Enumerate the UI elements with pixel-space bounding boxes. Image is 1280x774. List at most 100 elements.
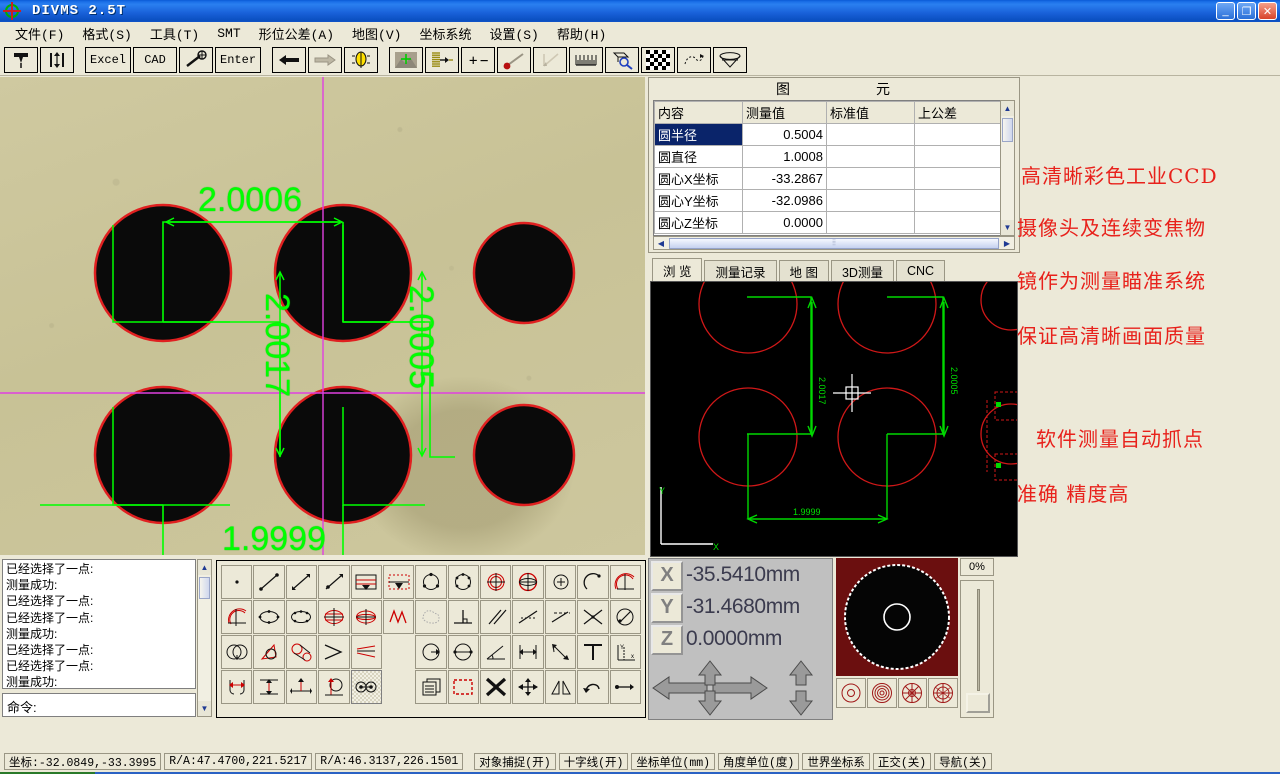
- palette-ellipse-np-icon[interactable]: [286, 600, 317, 634]
- status-coordinate[interactable]: 坐标:-32.0849,-33.3995: [4, 753, 161, 770]
- palette-circle-diameter-icon[interactable]: [448, 635, 479, 669]
- cell-standard[interactable]: [827, 212, 915, 234]
- palette-arc-fan2-icon[interactable]: [221, 600, 252, 634]
- palette-tangent-2c-icon[interactable]: [286, 635, 317, 669]
- palette-point-icon[interactable]: [221, 565, 252, 599]
- palette-circle-height-icon[interactable]: [318, 670, 349, 704]
- cell-content[interactable]: 圆半径: [655, 124, 743, 146]
- palette-coord-origin-icon[interactable]: Yx: [610, 635, 641, 669]
- menu-smt[interactable]: SMT: [208, 24, 249, 43]
- zoom-plus-minus-icon[interactable]: +−: [461, 47, 495, 73]
- palette-move-cross-icon[interactable]: [512, 670, 543, 704]
- log-output[interactable]: 已经选择了一点:测量成功:已经选择了一点:已经选择了一点:测量成功:已经选择了一…: [2, 559, 196, 689]
- cell-measured[interactable]: -32.0986: [743, 190, 827, 212]
- grid-vertical-scrollbar[interactable]: ▲ ▼: [1000, 100, 1015, 236]
- cell-content[interactable]: 圆心X坐标: [655, 168, 743, 190]
- cell-upper[interactable]: [915, 212, 1003, 234]
- palette-two-circles-icon[interactable]: [221, 635, 252, 669]
- palette-copy-layers-icon[interactable]: [415, 670, 446, 704]
- palette-waveform-icon[interactable]: [383, 600, 414, 634]
- palette-distance-h-icon[interactable]: [512, 635, 543, 669]
- palette-cylinder-h-icon[interactable]: [318, 600, 349, 634]
- menu-geometric-tolerance[interactable]: 形位公差(A): [250, 22, 343, 45]
- cell-upper[interactable]: [915, 168, 1003, 190]
- light-level-icon[interactable]: [425, 47, 459, 73]
- palette-line-dashed-icon[interactable]: [545, 600, 576, 634]
- palette-line-2p-icon[interactable]: [253, 565, 284, 599]
- status-ra-1[interactable]: R/A:47.4700,221.5217: [164, 753, 312, 770]
- tab-measure-log[interactable]: 测量记录: [704, 260, 776, 281]
- cell-upper[interactable]: [915, 124, 1003, 146]
- palette-slash-circle-icon[interactable]: [610, 600, 641, 634]
- enter-button[interactable]: Enter: [215, 47, 261, 73]
- cell-standard[interactable]: [827, 168, 915, 190]
- log-vertical-scrollbar[interactable]: ▲ ▼: [197, 559, 212, 717]
- zoom-slider-thumb[interactable]: [966, 693, 990, 713]
- cell-content[interactable]: 圆心Z坐标: [655, 212, 743, 234]
- arrow-right-icon[interactable]: [308, 47, 342, 73]
- palette-slot-dashed-icon[interactable]: [383, 565, 414, 599]
- scroll-right-icon[interactable]: ▶: [1000, 237, 1014, 249]
- palette-slot-h-icon[interactable]: [351, 565, 382, 599]
- table-row[interactable]: 圆心Y坐标-32.0986: [655, 190, 1014, 212]
- tab-cnc[interactable]: CNC: [896, 260, 945, 281]
- tab-map[interactable]: 地 图: [779, 260, 829, 281]
- palette-arc-icon[interactable]: [577, 565, 608, 599]
- cell-upper[interactable]: [915, 190, 1003, 212]
- reticle-spoked-circle-icon[interactable]: [898, 678, 928, 708]
- reticle-concentric-circles-icon[interactable]: [867, 678, 897, 708]
- palette-circle-full-icon[interactable]: [512, 565, 543, 599]
- palette-angle-lines-icon[interactable]: [545, 635, 576, 669]
- menu-format[interactable]: 格式(S): [73, 22, 140, 45]
- status-coord-unit[interactable]: 坐标单位(mm): [631, 753, 715, 770]
- palette-arc-fan-icon[interactable]: [610, 565, 641, 599]
- palette-dist-vert-icon[interactable]: [253, 670, 284, 704]
- palette-taper-icon[interactable]: [351, 635, 382, 669]
- palette-circle-np-icon[interactable]: [448, 565, 479, 599]
- palette-undo-arc-icon[interactable]: [577, 670, 608, 704]
- height-gauge-icon[interactable]: [40, 47, 74, 73]
- menu-coordinate-system[interactable]: 坐标系统: [410, 22, 480, 45]
- log-scroll-up-icon[interactable]: ▲: [198, 560, 211, 575]
- palette-dist-line-icon[interactable]: [610, 670, 641, 704]
- palette-parallel-icon[interactable]: [480, 600, 511, 634]
- scroll-down-icon[interactable]: ▼: [1001, 220, 1014, 235]
- zoom-slider-track[interactable]: [960, 580, 994, 718]
- cell-measured[interactable]: 0.0000: [743, 212, 827, 234]
- cad-drawing-view[interactable]: Y X 2.0017 2.0005 1.9999: [650, 281, 1018, 557]
- log-scroll-down-icon[interactable]: ▼: [198, 701, 211, 716]
- probe-down-icon[interactable]: [4, 47, 38, 73]
- palette-cross-lines-icon[interactable]: [577, 600, 608, 634]
- magnifier-icon[interactable]: [605, 47, 639, 73]
- menu-file[interactable]: 文件(F): [6, 22, 73, 45]
- cell-content[interactable]: 圆心Y坐标: [655, 190, 743, 212]
- scroll-left-icon[interactable]: ◀: [654, 237, 668, 249]
- palette-angle-measure-icon[interactable]: [480, 635, 511, 669]
- laser-probe-icon[interactable]: [497, 47, 531, 73]
- column-header-0[interactable]: 内容: [655, 102, 743, 124]
- palette-intersect-icon[interactable]: [480, 670, 511, 704]
- grid-horizontal-scrollbar[interactable]: ◀ ⦙⦙ ▶: [653, 236, 1015, 250]
- menu-map[interactable]: 地图(V): [343, 22, 410, 45]
- palette-select-box-icon[interactable]: [448, 670, 479, 704]
- palette-line-ext-icon[interactable]: [318, 565, 349, 599]
- status-navigation[interactable]: 导航(关): [934, 753, 992, 770]
- palette-ellipse-4p-icon[interactable]: [253, 600, 284, 634]
- scroll-thumb[interactable]: [1002, 118, 1013, 142]
- lens-icon[interactable]: [713, 47, 747, 73]
- axis-arrow-icon[interactable]: [533, 47, 567, 73]
- palette-circle-sector-icon[interactable]: [480, 565, 511, 599]
- tab-browse[interactable]: 浏 览: [652, 258, 702, 281]
- export-cad-button[interactable]: CAD: [133, 47, 177, 73]
- tab-3d-measure[interactable]: 3D测量: [831, 260, 894, 281]
- reticle-crosshair-grid-icon[interactable]: [928, 678, 958, 708]
- column-header-3[interactable]: 上公差: [915, 102, 1003, 124]
- scroll-up-icon[interactable]: ▲: [1001, 101, 1014, 116]
- cell-measured[interactable]: -33.2867: [743, 168, 827, 190]
- probe-preview-image[interactable]: [836, 558, 958, 676]
- table-row[interactable]: 圆半径0.5004: [655, 124, 1014, 146]
- cell-measured[interactable]: 0.5004: [743, 124, 827, 146]
- status-ortho[interactable]: 正交(关): [873, 753, 931, 770]
- restore-button[interactable]: ❐: [1237, 2, 1256, 20]
- palette-perp-foot-icon[interactable]: [448, 600, 479, 634]
